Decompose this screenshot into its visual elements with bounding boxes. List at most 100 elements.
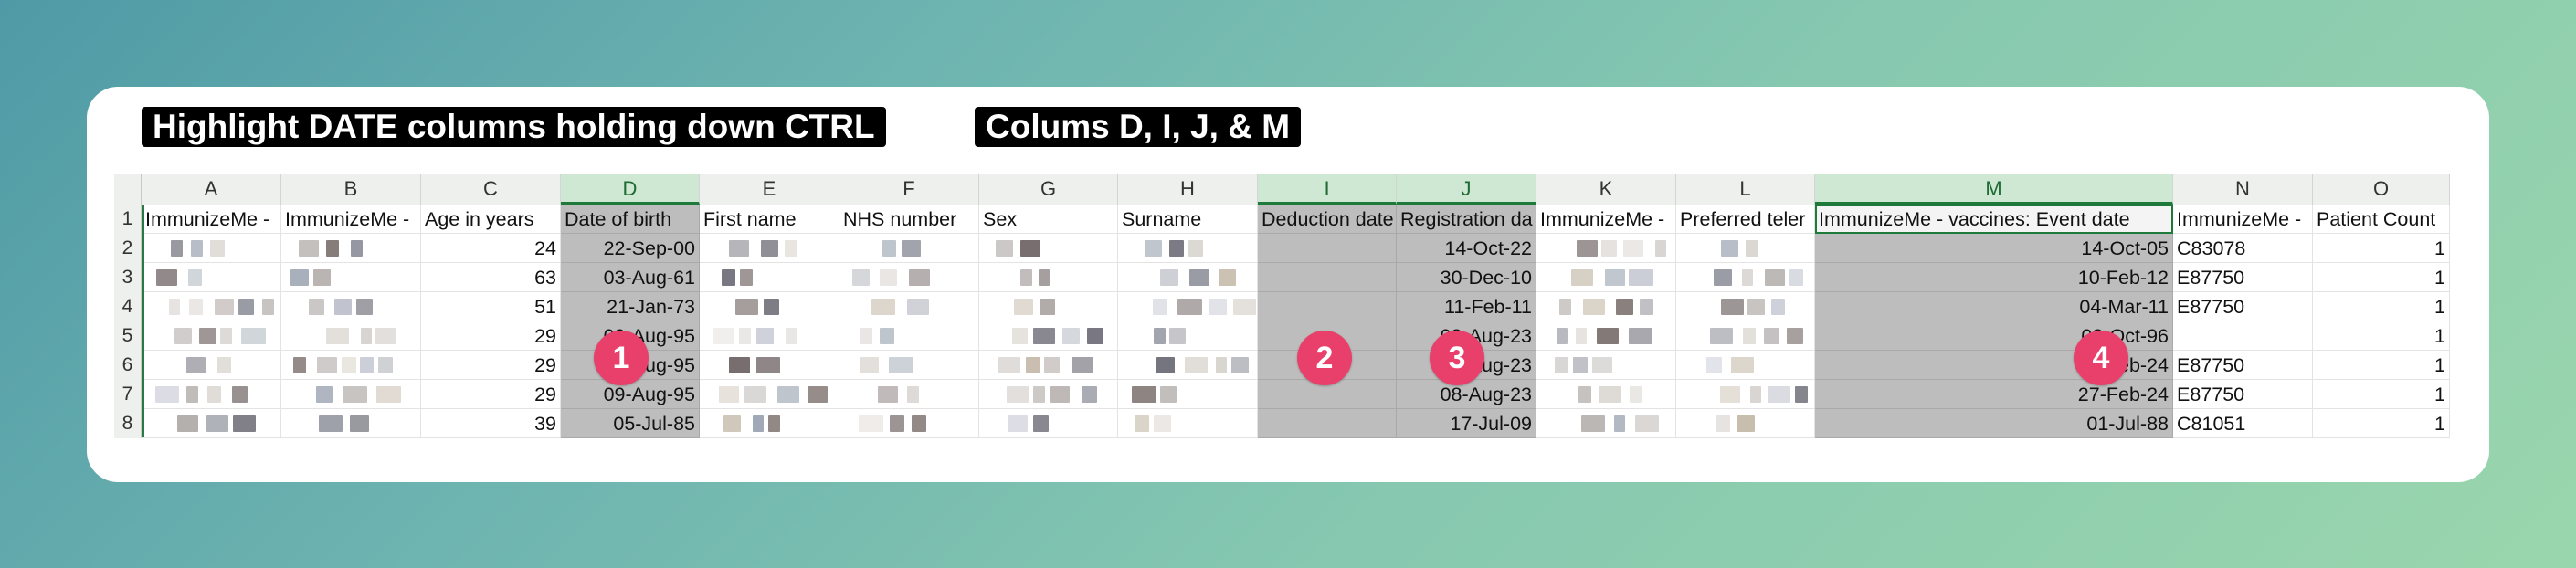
cell-d-row7[interactable]: 09-Aug-95: [561, 380, 700, 409]
cell-c-row5[interactable]: 29: [421, 321, 561, 351]
cell-c-row6[interactable]: 29: [421, 351, 561, 380]
cell-l-row7[interactable]: [1676, 380, 1815, 409]
cell-j-row2[interactable]: 14-Oct-22: [1397, 234, 1536, 263]
column-header-e[interactable]: E: [700, 174, 839, 205]
cell-i-row4[interactable]: [1258, 292, 1397, 321]
cell-g-row6[interactable]: [979, 351, 1118, 380]
cell-f-row8[interactable]: [839, 409, 979, 438]
cell-f-row3[interactable]: [839, 263, 979, 292]
row-number-5[interactable]: 5: [114, 321, 142, 351]
cell-f-row7[interactable]: [839, 380, 979, 409]
header-cell-g[interactable]: Sex: [979, 205, 1118, 234]
cell-k-row3[interactable]: [1536, 263, 1676, 292]
cell-b-row4[interactable]: [281, 292, 421, 321]
row-number-3[interactable]: 3: [114, 263, 142, 292]
cell-d-row4[interactable]: 21-Jan-73: [561, 292, 700, 321]
cell-j-row8[interactable]: 17-Jul-09: [1397, 409, 1536, 438]
cell-m-row2[interactable]: 14-Oct-05: [1815, 234, 2173, 263]
cell-l-row6[interactable]: [1676, 351, 1815, 380]
cell-m-row3[interactable]: 10-Feb-12: [1815, 263, 2173, 292]
column-header-h[interactable]: H: [1118, 174, 1258, 205]
header-cell-f[interactable]: NHS number: [839, 205, 979, 234]
cell-b-row3[interactable]: [281, 263, 421, 292]
column-header-o[interactable]: O: [2313, 174, 2450, 205]
cell-n-row3[interactable]: E87750: [2173, 263, 2313, 292]
column-header-k[interactable]: K: [1536, 174, 1676, 205]
cell-d-row3[interactable]: 03-Aug-61: [561, 263, 700, 292]
cell-n-row4[interactable]: E87750: [2173, 292, 2313, 321]
column-header-f[interactable]: F: [839, 174, 979, 205]
cell-a-row8[interactable]: [142, 409, 281, 438]
cell-n-row2[interactable]: C83078: [2173, 234, 2313, 263]
column-header-m[interactable]: M: [1815, 174, 2173, 205]
cell-h-row7[interactable]: [1118, 380, 1258, 409]
cell-g-row4[interactable]: [979, 292, 1118, 321]
cell-o-row6[interactable]: 1: [2313, 351, 2450, 380]
row-number-8[interactable]: 8: [114, 409, 142, 438]
select-all-corner[interactable]: [114, 174, 142, 205]
header-cell-i[interactable]: Deduction date: [1258, 205, 1397, 234]
cell-e-row2[interactable]: [700, 234, 839, 263]
cell-b-row8[interactable]: [281, 409, 421, 438]
header-cell-n[interactable]: ImmunizeMe -: [2173, 205, 2313, 234]
cell-e-row5[interactable]: [700, 321, 839, 351]
row-number-7[interactable]: 7: [114, 380, 142, 409]
cell-g-row3[interactable]: [979, 263, 1118, 292]
column-header-g[interactable]: G: [979, 174, 1118, 205]
cell-a-row3[interactable]: [142, 263, 281, 292]
cell-g-row7[interactable]: [979, 380, 1118, 409]
row-number-1[interactable]: 1: [114, 205, 142, 234]
header-cell-a[interactable]: ImmunizeMe -: [142, 205, 281, 234]
cell-c-row4[interactable]: 51: [421, 292, 561, 321]
cell-h-row6[interactable]: [1118, 351, 1258, 380]
cell-h-row3[interactable]: [1118, 263, 1258, 292]
cell-m-row7[interactable]: 27-Feb-24: [1815, 380, 2173, 409]
cell-n-row5[interactable]: [2173, 321, 2313, 351]
row-number-2[interactable]: 2: [114, 234, 142, 263]
column-header-n[interactable]: N: [2173, 174, 2313, 205]
cell-i-row2[interactable]: [1258, 234, 1397, 263]
cell-c-row3[interactable]: 63: [421, 263, 561, 292]
cell-a-row6[interactable]: [142, 351, 281, 380]
column-header-d[interactable]: D: [561, 174, 700, 205]
header-cell-b[interactable]: ImmunizeMe -: [281, 205, 421, 234]
cell-k-row8[interactable]: [1536, 409, 1676, 438]
cell-k-row6[interactable]: [1536, 351, 1676, 380]
header-cell-c[interactable]: Age in years: [421, 205, 561, 234]
cell-e-row6[interactable]: [700, 351, 839, 380]
cell-j-row4[interactable]: 11-Feb-11: [1397, 292, 1536, 321]
cell-i-row8[interactable]: [1258, 409, 1397, 438]
cell-k-row5[interactable]: [1536, 321, 1676, 351]
header-cell-j[interactable]: Registration da: [1397, 205, 1536, 234]
cell-o-row2[interactable]: 1: [2313, 234, 2450, 263]
cell-g-row2[interactable]: [979, 234, 1118, 263]
cell-o-row5[interactable]: 1: [2313, 321, 2450, 351]
cell-f-row6[interactable]: [839, 351, 979, 380]
cell-d-row8[interactable]: 05-Jul-85: [561, 409, 700, 438]
cell-n-row8[interactable]: C81051: [2173, 409, 2313, 438]
cell-b-row7[interactable]: [281, 380, 421, 409]
cell-k-row2[interactable]: [1536, 234, 1676, 263]
cell-m-row4[interactable]: 04-Mar-11: [1815, 292, 2173, 321]
cell-o-row8[interactable]: 1: [2313, 409, 2450, 438]
cell-e-row7[interactable]: [700, 380, 839, 409]
cell-h-row8[interactable]: [1118, 409, 1258, 438]
header-cell-h[interactable]: Surname: [1118, 205, 1258, 234]
header-cell-o[interactable]: Patient Count: [2313, 205, 2450, 234]
header-cell-e[interactable]: First name: [700, 205, 839, 234]
cell-d-row2[interactable]: 22-Sep-00: [561, 234, 700, 263]
cell-k-row7[interactable]: [1536, 380, 1676, 409]
cell-n-row7[interactable]: E87750: [2173, 380, 2313, 409]
row-number-4[interactable]: 4: [114, 292, 142, 321]
cell-h-row5[interactable]: [1118, 321, 1258, 351]
cell-l-row5[interactable]: [1676, 321, 1815, 351]
cell-c-row7[interactable]: 29: [421, 380, 561, 409]
cell-e-row4[interactable]: [700, 292, 839, 321]
header-cell-m[interactable]: ImmunizeMe - vaccines: Event date: [1815, 205, 2173, 234]
cell-m-row8[interactable]: 01-Jul-88: [1815, 409, 2173, 438]
header-cell-d[interactable]: Date of birth: [561, 205, 700, 234]
cell-h-row4[interactable]: [1118, 292, 1258, 321]
cell-a-row5[interactable]: [142, 321, 281, 351]
header-cell-l[interactable]: Preferred teler: [1676, 205, 1815, 234]
cell-c-row8[interactable]: 39: [421, 409, 561, 438]
